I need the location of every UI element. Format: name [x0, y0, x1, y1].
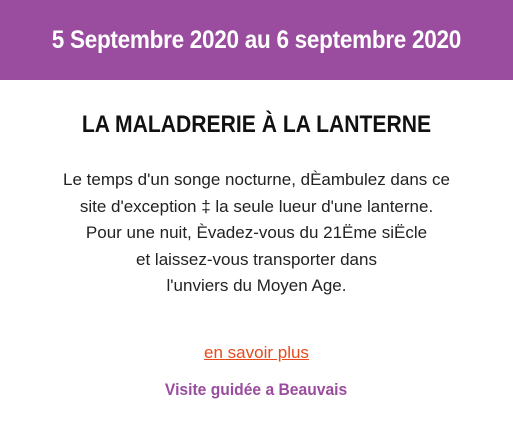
date-banner: 5 Septembre 2020 au 6 septembre 2020: [0, 0, 513, 80]
description-line: site d'exception ‡ la seule lueur d'une …: [79, 196, 434, 216]
description-line: Pour une nuit, Èvadez-vous du 21Ëme siËc…: [85, 223, 428, 242]
event-title-text: LA MALADRERIE À LA LANTERNE: [81, 111, 432, 138]
event-description: Le temps d'un songe nocturne, dÈambulez …: [0, 167, 513, 300]
guided-visit-text: Visite guidée a Beauvais: [165, 380, 348, 399]
description-line: Le temps d'un songe nocturne, dÈambulez …: [63, 170, 450, 189]
description-line: l'unviers du Moyen Age.: [166, 276, 347, 295]
guided-visit-label: Visite guidée a Beauvais: [0, 380, 513, 400]
learn-more-container: en savoir plus: [0, 343, 513, 363]
learn-more-link[interactable]: en savoir plus: [204, 343, 309, 362]
date-range-text: 5 Septembre 2020 au 6 septembre 2020: [51, 25, 462, 54]
description-line: et laissez-vous transporter dans: [136, 249, 377, 269]
event-title: LA MALADRERIE À LA LANTERNE: [0, 111, 513, 139]
